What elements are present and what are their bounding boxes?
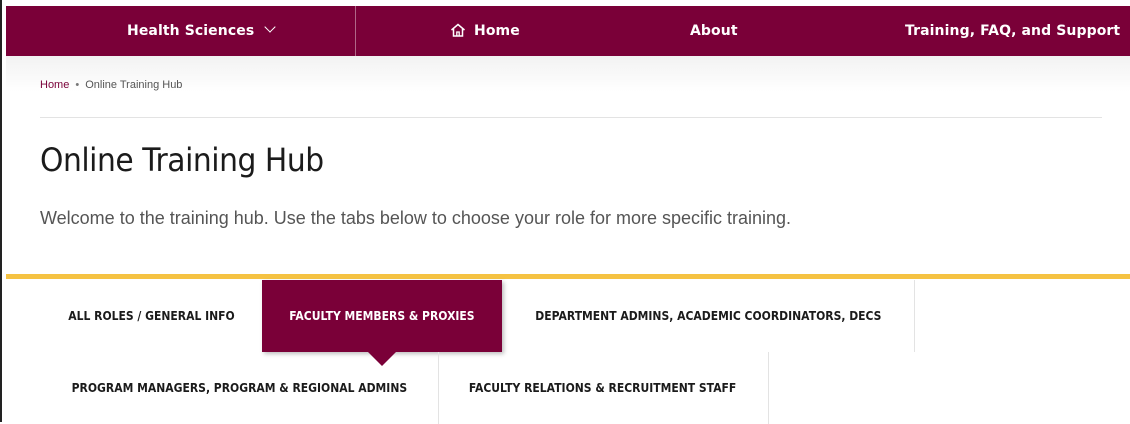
tab-department-admins[interactable]: DEPARTMENT ADMINS, ACADEMIC COORDINATORS… (502, 280, 915, 352)
nav-divider (355, 6, 356, 56)
tab-all-roles[interactable]: ALL ROLES / GENERAL INFO (40, 280, 263, 352)
breadcrumb-separator: • (75, 79, 80, 91)
breadcrumb: Home • Online Training Hub (40, 79, 182, 91)
tab-label: PROGRAM MANAGERS, PROGRAM & REGIONAL ADM… (71, 381, 407, 395)
tab-program-managers[interactable]: PROGRAM MANAGERS, PROGRAM & REGIONAL ADM… (40, 352, 439, 424)
site-menu-label: Health Sciences (127, 23, 255, 39)
site-menu-button[interactable]: Health Sciences (127, 6, 276, 56)
nav-support-link[interactable]: Training, FAQ, and Support (905, 6, 1120, 56)
window-edge (0, 0, 2, 422)
breadcrumb-divider (40, 117, 1102, 118)
gold-divider (6, 274, 1130, 279)
nav-support-label: Training, FAQ, and Support (905, 23, 1121, 39)
tab-faculty-relations[interactable]: FACULTY RELATIONS & RECRUITMENT STAFF (438, 352, 769, 424)
nav-about-link[interactable]: About (690, 6, 738, 56)
nav-home-label: Home (474, 23, 520, 39)
chevron-down-icon (264, 21, 276, 33)
breadcrumb-current: Online Training Hub (85, 79, 183, 91)
tab-label: FACULTY MEMBERS & PROXIES (289, 309, 475, 323)
breadcrumb-home-link[interactable]: Home (40, 79, 69, 91)
page-title: Online Training Hub (40, 141, 324, 179)
tab-label: FACULTY RELATIONS & RECRUITMENT STAFF (469, 381, 737, 395)
nav-home-link[interactable]: Home (450, 6, 520, 56)
nav-about-label: About (690, 23, 738, 39)
tab-faculty-members[interactable]: FACULTY MEMBERS & PROXIES (262, 280, 502, 366)
tab-label: ALL ROLES / GENERAL INFO (67, 309, 235, 323)
top-navigation-bar: Health Sciences Home About Training, FAQ… (6, 6, 1130, 56)
tab-label: DEPARTMENT ADMINS, ACADEMIC COORDINATORS… (534, 309, 882, 323)
home-icon (451, 23, 465, 37)
intro-text: Welcome to the training hub. Use the tab… (40, 208, 792, 228)
